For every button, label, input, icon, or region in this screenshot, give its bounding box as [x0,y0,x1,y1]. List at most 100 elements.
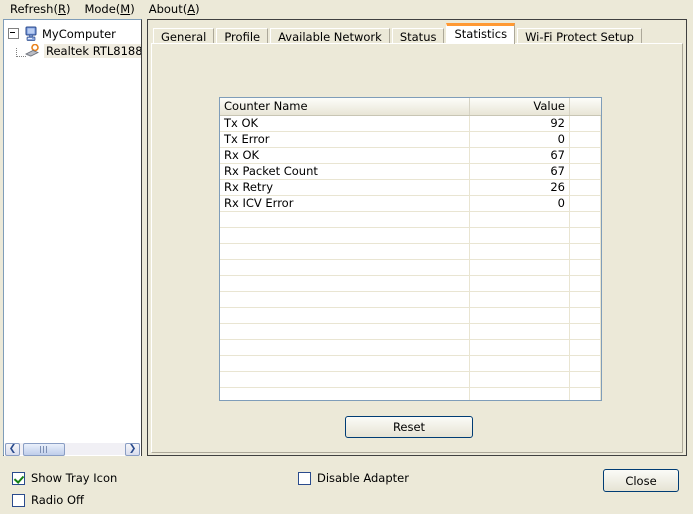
cell-empty [570,324,601,339]
cell-empty [220,372,470,387]
close-button[interactable]: Close [603,469,679,492]
menu-item-refresh-accel: R [57,1,66,16]
table-row[interactable]: Rx Retry 26 [220,180,601,196]
cell-empty [570,308,601,323]
cell-empty [470,324,570,339]
table-row-empty[interactable] [220,356,601,372]
cell-empty [470,260,570,275]
cell-empty [470,212,570,227]
menu-item-mode-label: Mode [84,1,116,16]
cell-empty [220,276,470,291]
cell-spacer [570,196,601,211]
column-header-spacer[interactable] [570,98,601,115]
cell-empty [220,324,470,339]
table-row[interactable]: Rx ICV Error 0 [220,196,601,212]
cell-value: 0 [470,132,570,147]
table-row-empty[interactable] [220,212,601,228]
checkbox-show-tray-icon-label: Show Tray Icon [31,471,118,485]
table-row-empty[interactable] [220,340,601,356]
scroll-right-icon[interactable]: ❯ [125,442,140,456]
device-tree-panel[interactable]: MyComputer Realtek RTL8188 [3,19,142,456]
cell-empty [220,228,470,243]
column-header-value[interactable]: Value [470,98,570,115]
computer-icon [25,26,37,41]
cell-empty [220,356,470,371]
tree-item-mycomputer-label: MyComputer [42,26,116,41]
cell-spacer [570,164,601,179]
checkbox-show-tray-icon-box[interactable] [12,471,25,485]
cell-value: 0 [470,196,570,211]
table-row-empty[interactable] [220,324,601,340]
cell-counter-name: Rx OK [220,148,470,163]
cell-spacer [570,132,601,147]
cell-empty [470,292,570,307]
table-row-empty[interactable] [220,388,601,400]
cell-empty [570,340,601,355]
cell-empty [570,244,601,259]
cell-value: 26 [470,180,570,195]
tab-statistics[interactable]: Statistics [446,23,516,44]
cell-spacer [570,148,601,163]
checkbox-show-tray-icon[interactable]: Show Tray Icon [12,471,117,485]
checkbox-radio-off[interactable]: Radio Off [12,493,84,507]
table-row[interactable]: Rx Packet Count 67 [220,164,601,180]
cell-counter-name: Rx Packet Count [220,164,470,179]
cell-empty [220,388,470,400]
menu-bar: Refresh(R) Mode(M) About(A) [0,0,693,17]
table-row-empty[interactable] [220,308,601,324]
table-row-empty[interactable] [220,260,601,276]
wireless-adapter-icon [25,43,39,57]
checkbox-disable-adapter-box[interactable] [298,471,311,485]
cell-empty [470,388,570,400]
menu-item-mode[interactable]: Mode(M) [78,1,142,17]
cell-empty [570,276,601,291]
tree-item-mycomputer[interactable]: MyComputer [4,25,141,42]
scrollbar-thumb[interactable] [23,442,65,456]
table-empty-rows [220,212,601,400]
table-row-empty[interactable] [220,372,601,388]
cell-empty [220,244,470,259]
cell-empty [470,276,570,291]
tree-item-adapter-label: Realtek RTL8188 [44,43,141,58]
table-row-empty[interactable] [220,276,601,292]
cell-empty [570,260,601,275]
tree-connector-horizontal [16,56,26,58]
checkbox-radio-off-box[interactable] [12,493,25,507]
tree-horizontal-scrollbar[interactable]: ❮ ❯ [4,442,141,456]
cell-spacer [570,116,601,131]
table-row-empty[interactable] [220,228,601,244]
tab-strip: General Profile Available Network Status… [153,23,644,46]
cell-spacer [570,180,601,195]
scroll-left-icon[interactable]: ❮ [5,442,20,456]
table-row-empty[interactable] [220,244,601,260]
cell-empty [220,292,470,307]
checkbox-radio-off-label: Radio Off [31,493,84,507]
cell-empty [570,372,601,387]
statistics-table[interactable]: Counter Name Value Tx OK 92 Tx Error 0 R… [219,97,602,401]
cell-empty [220,340,470,355]
table-row[interactable]: Tx Error 0 [220,132,601,148]
scrollbar-grip-icon [40,445,48,453]
menu-item-about[interactable]: About(A) [143,1,208,17]
checkbox-disable-adapter[interactable]: Disable Adapter [298,471,409,485]
table-row-empty[interactable] [220,292,601,308]
cell-empty [470,244,570,259]
cell-empty [570,388,601,400]
tab-panel-statistics: Counter Name Value Tx OK 92 Tx Error 0 R… [151,43,683,453]
column-header-counter-name[interactable]: Counter Name [220,98,470,115]
cell-value: 67 [470,148,570,163]
table-row[interactable]: Rx OK 67 [220,148,601,164]
reset-button[interactable]: Reset [345,416,473,438]
cell-counter-name: Rx Retry [220,180,470,195]
cell-counter-name: Tx OK [220,116,470,131]
table-row[interactable]: Tx OK 92 [220,116,601,132]
cell-empty [570,228,601,243]
cell-empty [220,260,470,275]
cell-counter-name: Rx ICV Error [220,196,470,211]
menu-item-refresh[interactable]: Refresh(R) [4,1,78,17]
cell-empty [220,308,470,323]
cell-empty [570,292,601,307]
checkbox-disable-adapter-label: Disable Adapter [317,471,409,485]
table-header-row: Counter Name Value [220,98,601,116]
tree-expander-icon[interactable] [8,28,19,39]
